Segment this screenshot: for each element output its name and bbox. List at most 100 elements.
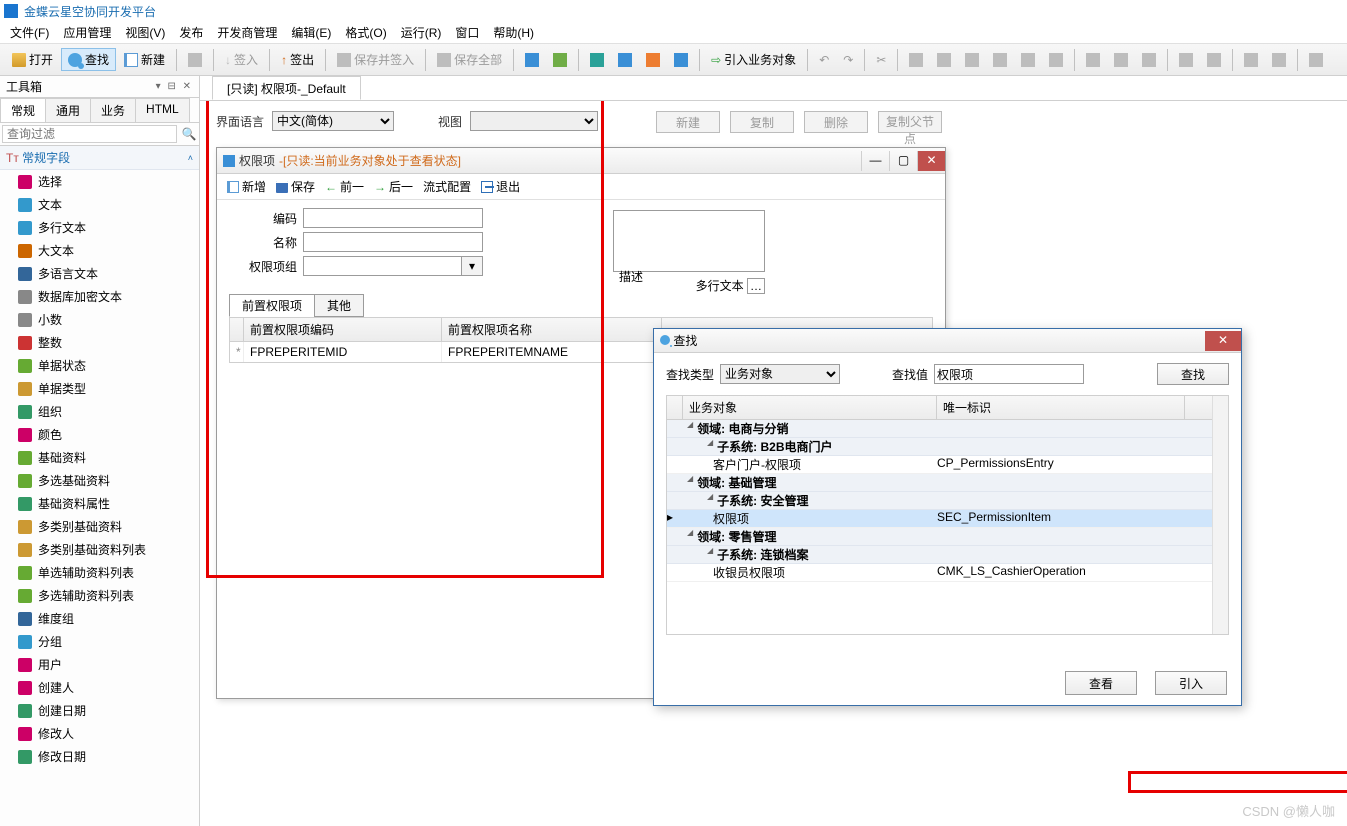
- size-both-button[interactable]: [1136, 51, 1162, 69]
- find-group[interactable]: ◢子系统: 安全管理: [667, 492, 1228, 510]
- section-header[interactable]: Tт 常规字段 ˄: [0, 146, 199, 170]
- find-view-button[interactable]: 查看: [1065, 671, 1137, 695]
- align-right-button[interactable]: [959, 51, 985, 69]
- menu-edit[interactable]: 编辑(E): [291, 24, 331, 41]
- bring-front-button[interactable]: [1238, 51, 1264, 69]
- checkin-button[interactable]: ↓签入: [219, 49, 264, 70]
- toolbox-item[interactable]: 单据状态: [0, 354, 199, 377]
- find-type-select[interactable]: 业务对象: [720, 364, 840, 384]
- toolbox-item[interactable]: 多类别基础资料列表: [0, 538, 199, 561]
- toolbox-item[interactable]: 多语言文本: [0, 262, 199, 285]
- tab-preperm[interactable]: 前置权限项: [229, 294, 315, 317]
- tab-common[interactable]: 通用: [45, 98, 91, 122]
- vspace-button[interactable]: [1201, 51, 1227, 69]
- toolbox-item[interactable]: 用户: [0, 653, 199, 676]
- align-center-button[interactable]: [931, 51, 957, 69]
- open-button[interactable]: 打开: [6, 49, 59, 70]
- window-max-button[interactable]: ▢: [889, 151, 917, 171]
- tb-d[interactable]: [612, 51, 638, 69]
- find-item[interactable]: ▸权限项SEC_PermissionItem: [667, 510, 1228, 528]
- menu-publish[interactable]: 发布: [179, 24, 203, 41]
- menu-run[interactable]: 运行(R): [401, 24, 442, 41]
- toolbox-item[interactable]: 多选基础资料: [0, 469, 199, 492]
- undo-button[interactable]: ↶: [813, 51, 835, 69]
- checkout-button[interactable]: ↑签出: [275, 49, 320, 70]
- search-button[interactable]: 查找: [61, 48, 116, 71]
- toolbox-item[interactable]: 修改日期: [0, 745, 199, 768]
- designer-delete-button[interactable]: 删除: [804, 111, 868, 133]
- new-button[interactable]: 新建: [118, 49, 171, 70]
- save-button[interactable]: [182, 51, 208, 69]
- align-bottom-button[interactable]: [1043, 51, 1069, 69]
- find-item[interactable]: 收银员权限项CMK_LS_CashierOperation: [667, 564, 1228, 582]
- tab-other[interactable]: 其他: [314, 294, 364, 317]
- menu-format[interactable]: 格式(O): [345, 24, 386, 41]
- designer-new-button[interactable]: 新建: [656, 111, 720, 133]
- tb-a[interactable]: [519, 51, 545, 69]
- find-button[interactable]: 查找: [1157, 363, 1229, 385]
- find-item[interactable]: 客户门户-权限项CP_PermissionsEntry: [667, 456, 1228, 474]
- name-input[interactable]: [303, 232, 483, 252]
- window-min-button[interactable]: —: [861, 151, 889, 171]
- toolbox-item[interactable]: 单据类型: [0, 377, 199, 400]
- window-close-button[interactable]: ✕: [917, 151, 945, 171]
- menu-file[interactable]: 文件(F): [10, 24, 49, 41]
- toolbox-item[interactable]: 文本: [0, 193, 199, 216]
- tb-b[interactable]: [547, 51, 573, 69]
- win-save-button[interactable]: 保存: [276, 178, 315, 195]
- align-left-button[interactable]: [903, 51, 929, 69]
- hspace-button[interactable]: [1173, 51, 1199, 69]
- menu-window[interactable]: 窗口: [455, 24, 479, 41]
- group-dropdown-button[interactable]: ▾: [461, 256, 483, 276]
- find-dialog-close-button[interactable]: ✕: [1205, 331, 1241, 351]
- code-input[interactable]: [303, 208, 483, 228]
- find-import-button[interactable]: 引入: [1155, 671, 1227, 695]
- win-prev-button[interactable]: ←前一: [325, 178, 364, 195]
- redo-button[interactable]: ↷: [837, 51, 859, 69]
- toolbox-item[interactable]: 创建人: [0, 676, 199, 699]
- group-input[interactable]: [303, 256, 461, 276]
- view-select[interactable]: [470, 111, 598, 131]
- toolbox-item[interactable]: 整数: [0, 331, 199, 354]
- find-group[interactable]: ◢领域: 电商与分销: [667, 420, 1228, 438]
- find-group[interactable]: ◢领域: 基础管理: [667, 474, 1228, 492]
- align-top-button[interactable]: [987, 51, 1013, 69]
- menu-help[interactable]: 帮助(H): [493, 24, 534, 41]
- tb-e[interactable]: [640, 51, 666, 69]
- find-value-input[interactable]: [934, 364, 1084, 384]
- toolbox-item[interactable]: 基础资料: [0, 446, 199, 469]
- tab-html[interactable]: HTML: [135, 98, 190, 122]
- toolbox-item[interactable]: 分组: [0, 630, 199, 653]
- tb-f[interactable]: [668, 51, 694, 69]
- toolbox-item[interactable]: 多行文本: [0, 216, 199, 239]
- find-group[interactable]: ◢子系统: 连锁档案: [667, 546, 1228, 564]
- cut-button[interactable]: ✂: [870, 51, 892, 69]
- win-flow-button[interactable]: 流式配置: [423, 178, 471, 195]
- toolbox-item[interactable]: 小数: [0, 308, 199, 331]
- toolbox-item[interactable]: 选择: [0, 170, 199, 193]
- multiline-expand-button[interactable]: …: [747, 278, 765, 294]
- find-group[interactable]: ◢领域: 零售管理: [667, 528, 1228, 546]
- doc-tab[interactable]: [只读] 权限项-_Default: [212, 76, 361, 100]
- toolbox-item[interactable]: 创建日期: [0, 699, 199, 722]
- menu-app[interactable]: 应用管理: [63, 24, 111, 41]
- toolbox-item[interactable]: 颜色: [0, 423, 199, 446]
- toolbox-item[interactable]: 大文本: [0, 239, 199, 262]
- designer-copyparent-button[interactable]: 复制父节点: [878, 111, 942, 133]
- toolbox-item[interactable]: 单选辅助资料列表: [0, 561, 199, 584]
- find-group[interactable]: ◢子系统: B2B电商门户: [667, 438, 1228, 456]
- scrollbar[interactable]: [1212, 396, 1228, 634]
- toolbox-filter-input[interactable]: [2, 125, 177, 143]
- send-back-button[interactable]: [1266, 51, 1292, 69]
- menu-view[interactable]: 视图(V): [125, 24, 165, 41]
- toolbox-item[interactable]: 多类别基础资料: [0, 515, 199, 538]
- toolbox-item[interactable]: 修改人: [0, 722, 199, 745]
- lang-select[interactable]: 中文(简体): [272, 111, 394, 131]
- align-middle-button[interactable]: [1015, 51, 1041, 69]
- toolbox-item[interactable]: 维度组: [0, 607, 199, 630]
- tab-general[interactable]: 常规: [0, 98, 46, 122]
- toolbox-pin[interactable]: ▾ ⊟ ✕: [156, 81, 193, 92]
- tab-order-button[interactable]: [1303, 51, 1329, 69]
- menu-dev[interactable]: 开发商管理: [217, 24, 277, 41]
- designer-copy-button[interactable]: 复制: [730, 111, 794, 133]
